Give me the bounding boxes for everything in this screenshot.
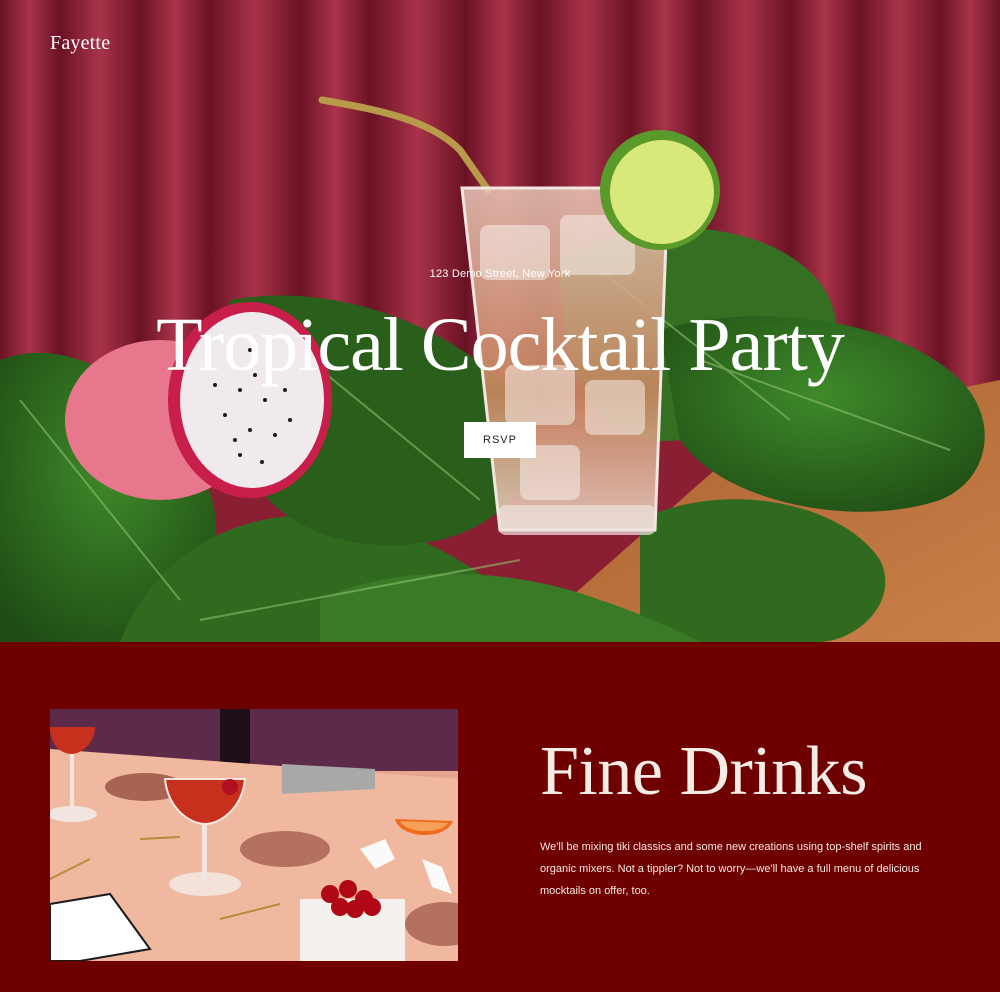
hero-title: Tropical Cocktail Party	[156, 303, 845, 387]
fine-drinks-description: We'll be mixing tiki classics and some n…	[540, 841, 922, 897]
rsvp-button[interactable]: RSVP	[464, 422, 536, 458]
page: Fayette 123 Demo Street, New York Tropic…	[0, 0, 1000, 992]
drinks-table-photo	[50, 709, 458, 961]
hero-section: Fayette 123 Demo Street, New York Tropic…	[0, 0, 1000, 642]
fine-drinks-section: Fine Drinks We'll be mixing tiki classic…	[0, 642, 1000, 992]
site-logo[interactable]: Fayette	[50, 32, 110, 55]
event-address: 123 Demo Street, New York	[429, 268, 571, 280]
fine-drinks-title: Fine Drinks	[540, 733, 868, 810]
